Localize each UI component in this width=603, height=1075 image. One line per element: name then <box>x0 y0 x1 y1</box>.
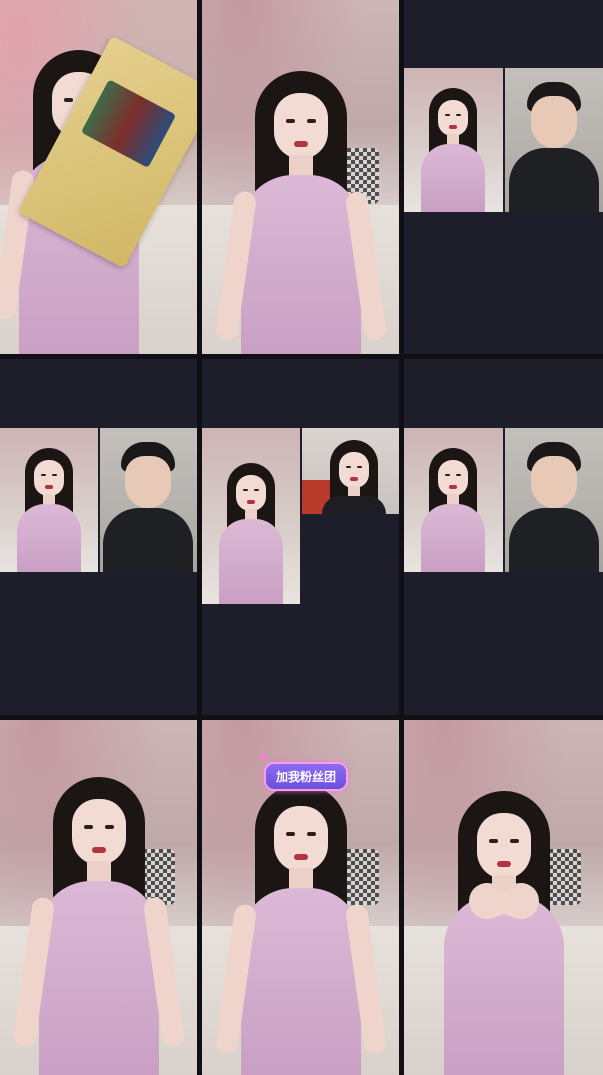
co-host-call <box>404 68 603 212</box>
stream-tile-6[interactable] <box>404 359 603 715</box>
video-feed <box>202 0 399 354</box>
stream-tile-4[interactable] <box>0 359 197 715</box>
video-feed: 加我粉丝团 <box>202 720 399 1075</box>
video-feed <box>0 720 197 1075</box>
streamer <box>443 791 564 1075</box>
three-way-call <box>202 428 399 604</box>
stream-tile-5[interactable] <box>202 359 399 715</box>
stream-tile-9[interactable] <box>404 720 603 1075</box>
guest-video <box>99 428 197 572</box>
streamer <box>421 88 486 212</box>
co-host-call <box>404 428 603 572</box>
video-feed <box>404 720 603 1075</box>
co-host-call <box>0 428 197 572</box>
streamer <box>12 776 185 1075</box>
heart-hands-gesture <box>469 883 539 923</box>
video-feed <box>0 0 197 354</box>
stream-tile-7[interactable] <box>0 720 197 1075</box>
sparkle-icon <box>260 754 266 760</box>
streamer <box>214 783 387 1075</box>
host-video <box>202 428 300 604</box>
stream-tile-3[interactable] <box>404 0 603 354</box>
host-video <box>0 428 98 572</box>
streamer <box>214 70 387 354</box>
guest-video-2 <box>301 428 399 515</box>
host-video <box>404 428 503 572</box>
host-video <box>404 68 503 212</box>
guest-video <box>504 68 603 212</box>
guest-video <box>504 428 603 572</box>
stream-tile-1[interactable] <box>0 0 197 354</box>
join-fan-club-badge[interactable]: 加我粉丝团 <box>264 762 349 791</box>
stream-tile-2[interactable] <box>202 0 399 354</box>
stream-tile-8[interactable]: 加我粉丝团 <box>202 720 399 1075</box>
live-stream-grid: 加我粉丝团 <box>0 0 603 1075</box>
guest <box>508 82 599 212</box>
